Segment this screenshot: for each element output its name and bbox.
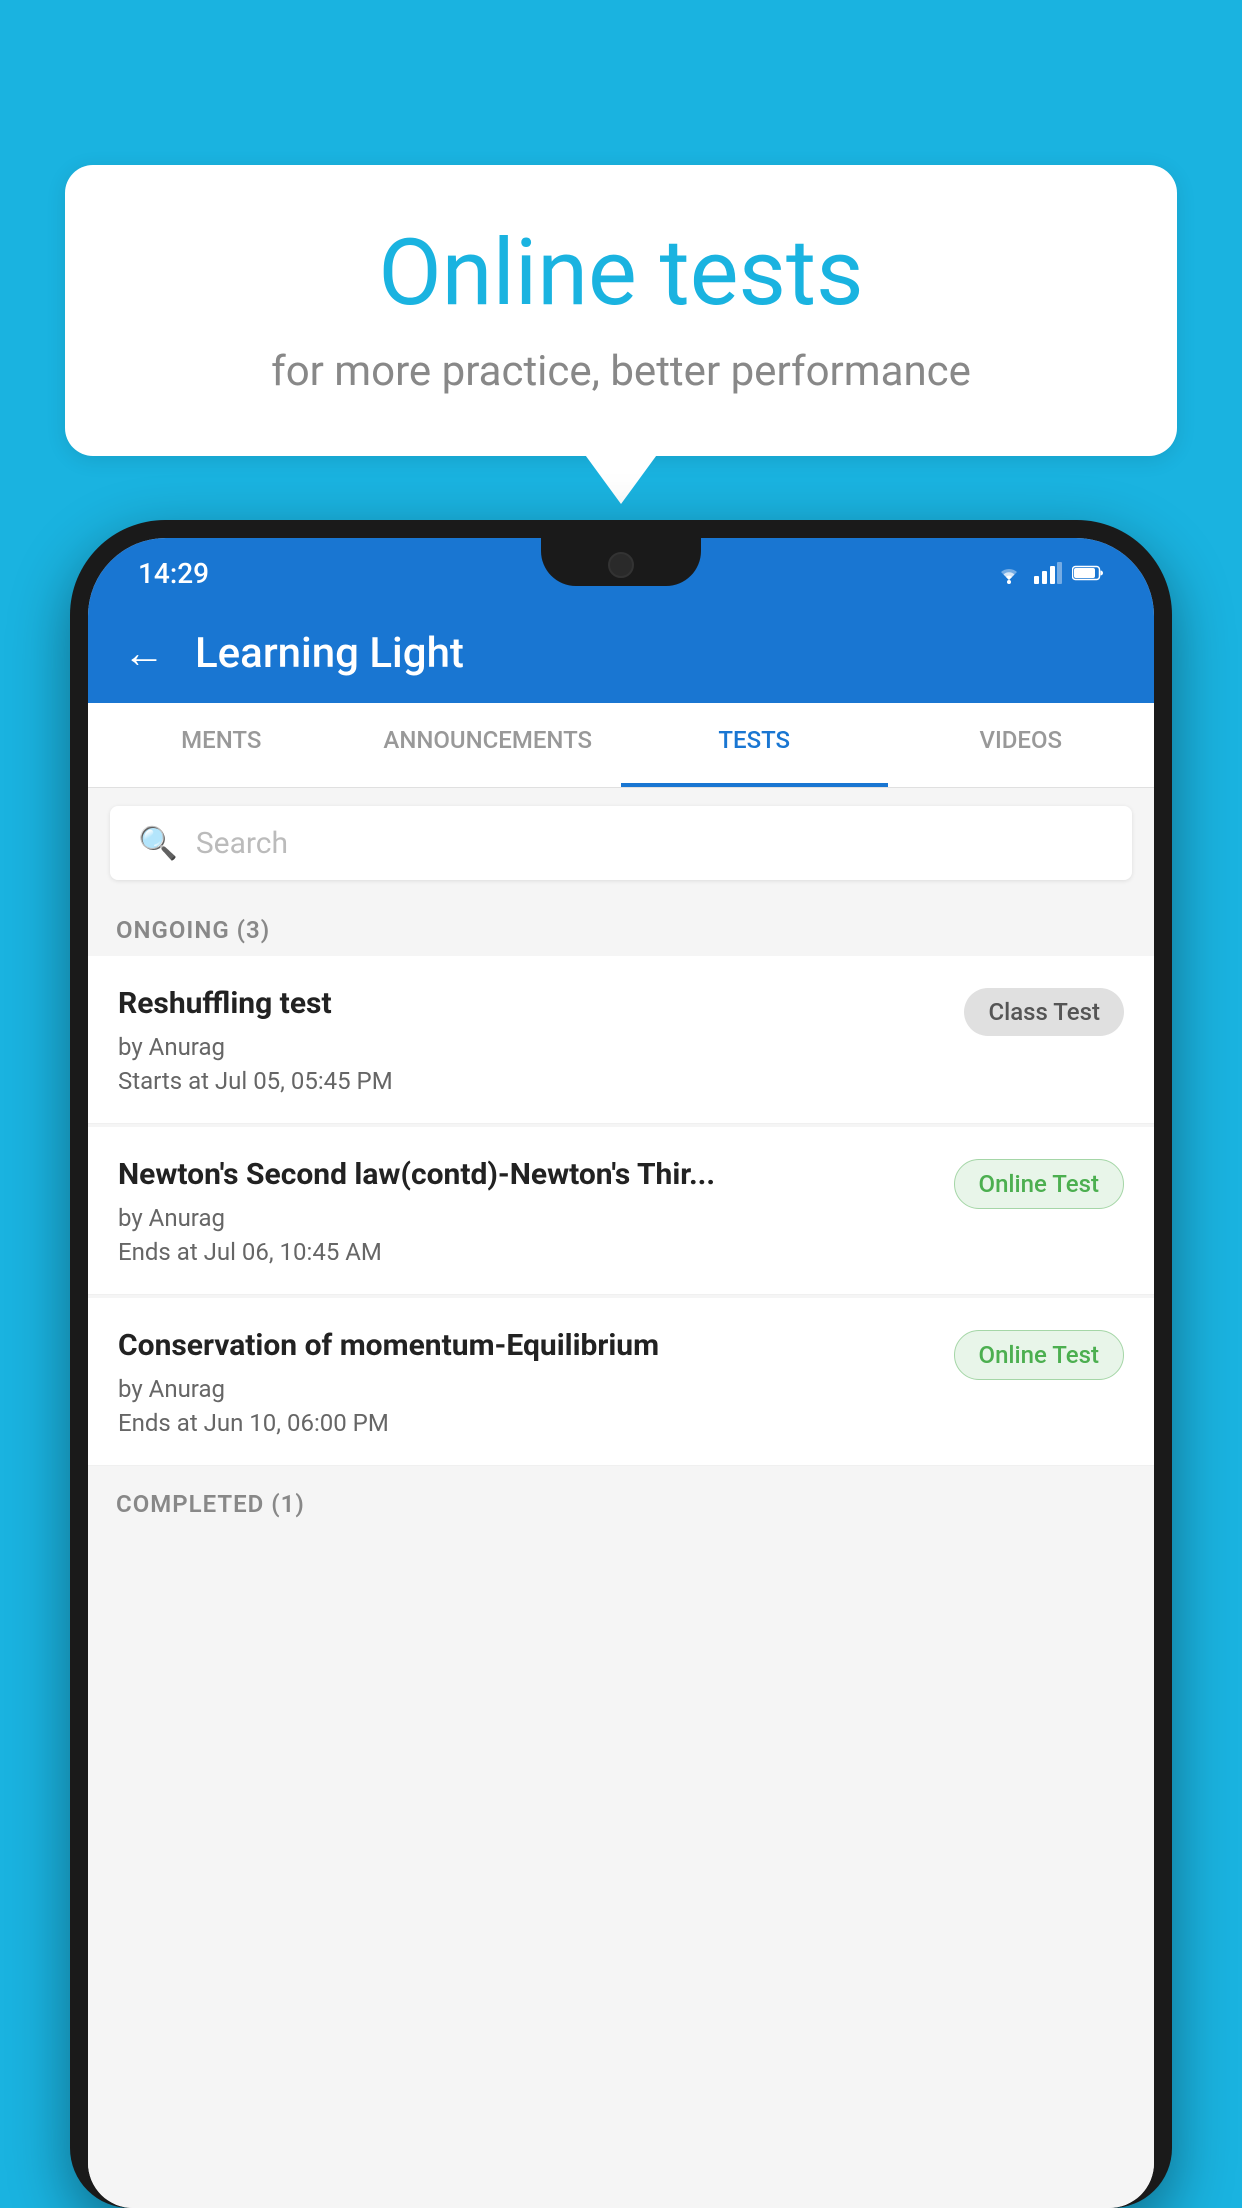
test-author-conservation: by Anurag — [118, 1375, 934, 1403]
section-ongoing-header: ONGOING (3) — [88, 898, 1154, 956]
test-info-conservation: Conservation of momentum-Equilibrium by … — [118, 1326, 934, 1437]
test-name-conservation: Conservation of momentum-Equilibrium — [118, 1326, 934, 1365]
search-bar[interactable]: 🔍 Search — [110, 806, 1132, 880]
wifi-icon — [994, 562, 1024, 584]
camera — [608, 552, 634, 578]
bubble-subtitle: for more practice, better performance — [125, 347, 1117, 396]
section-completed-header: COMPLETED (1) — [88, 1472, 1154, 1530]
tab-announcements[interactable]: ANNOUNCEMENTS — [355, 703, 622, 787]
test-date-newtons: Ends at Jul 06, 10:45 AM — [118, 1238, 934, 1266]
speech-bubble: Online tests for more practice, better p… — [65, 165, 1177, 456]
test-item-newtons[interactable]: Newton's Second law(contd)-Newton's Thir… — [88, 1127, 1154, 1295]
phone-screen: 14:29 — [88, 538, 1154, 2208]
phone-frame: 14:29 — [70, 520, 1172, 2208]
test-info-reshuffling: Reshuffling test by Anurag Starts at Jul… — [118, 984, 944, 1095]
signal-icon — [1034, 562, 1062, 584]
bubble-title: Online tests — [125, 220, 1117, 327]
badge-conservation: Online Test — [954, 1330, 1124, 1380]
tab-tests[interactable]: TESTS — [621, 703, 888, 787]
test-name-reshuffling: Reshuffling test — [118, 984, 944, 1023]
test-name-newtons: Newton's Second law(contd)-Newton's Thir… — [118, 1155, 934, 1194]
badge-newtons: Online Test — [954, 1159, 1124, 1209]
tab-ments[interactable]: MENTS — [88, 703, 355, 787]
search-input[interactable]: Search — [196, 826, 288, 861]
test-item-conservation[interactable]: Conservation of momentum-Equilibrium by … — [88, 1298, 1154, 1466]
app-bar: ← Learning Light — [88, 603, 1154, 703]
test-item-reshuffling[interactable]: Reshuffling test by Anurag Starts at Jul… — [88, 956, 1154, 1124]
status-time: 14:29 — [138, 557, 209, 590]
content-area: 🔍 Search ONGOING (3) Reshuffling test by… — [88, 788, 1154, 2208]
phone-notch — [541, 538, 701, 586]
test-author-newtons: by Anurag — [118, 1204, 934, 1232]
battery-icon — [1072, 564, 1104, 582]
status-icons — [994, 562, 1104, 584]
app-title: Learning Light — [195, 629, 464, 678]
search-icon: 🔍 — [138, 824, 178, 862]
test-date-conservation: Ends at Jun 10, 06:00 PM — [118, 1409, 934, 1437]
badge-reshuffling: Class Test — [964, 988, 1124, 1036]
test-info-newtons: Newton's Second law(contd)-Newton's Thir… — [118, 1155, 934, 1266]
test-date-reshuffling: Starts at Jul 05, 05:45 PM — [118, 1067, 944, 1095]
test-author-reshuffling: by Anurag — [118, 1033, 944, 1061]
tab-bar: MENTS ANNOUNCEMENTS TESTS VIDEOS — [88, 703, 1154, 788]
tab-videos[interactable]: VIDEOS — [888, 703, 1155, 787]
back-button[interactable]: ← — [123, 629, 165, 678]
